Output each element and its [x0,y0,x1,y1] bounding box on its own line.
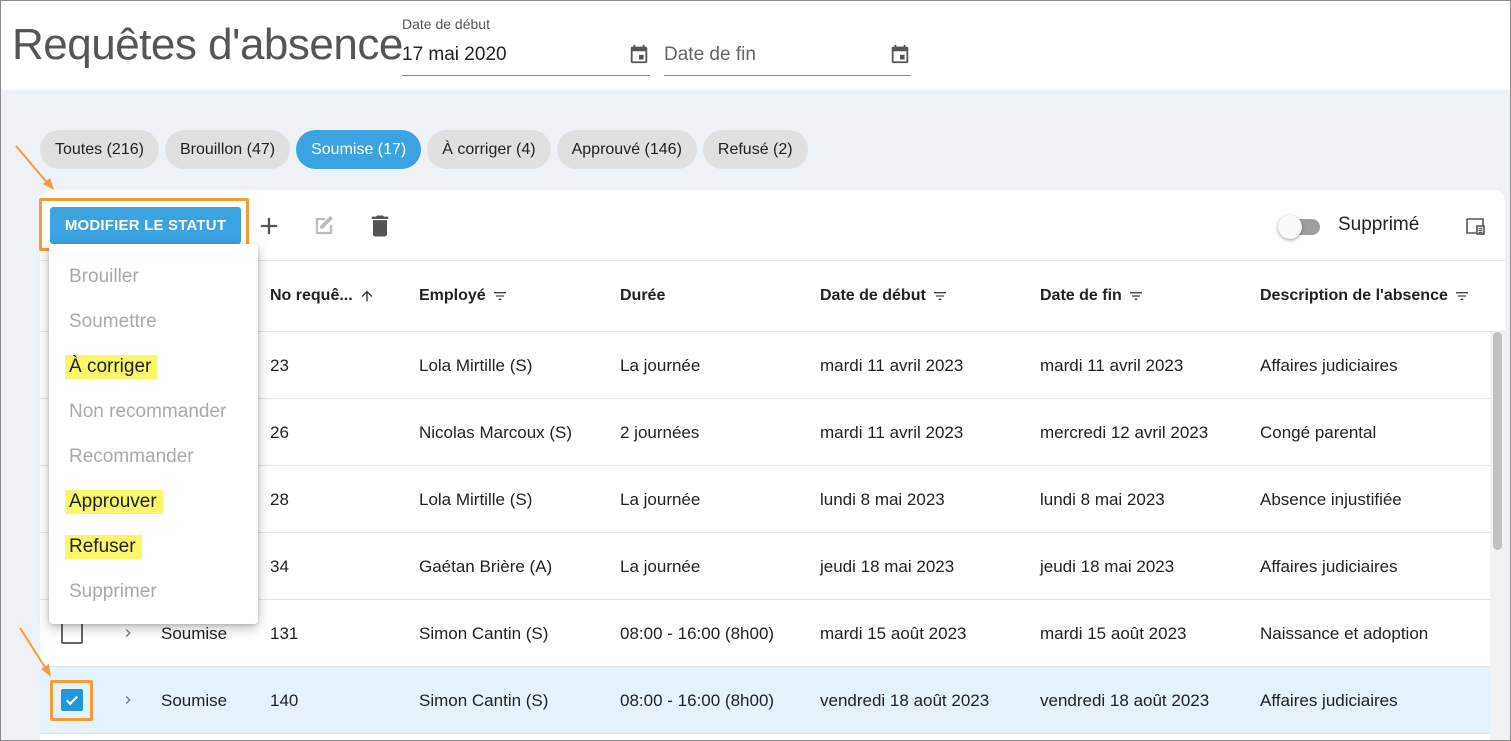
cell-employee: Gaétan Brière (A) [419,557,553,576]
chip-approved[interactable]: Approuvé (146) [556,130,697,169]
col-employee[interactable]: Employé [419,287,508,305]
table-header: No requê... Employé Durée Date de début … [40,260,1505,332]
requests-panel: MODIFIER LE STATUT Supprimé No requê... [40,190,1505,741]
menu-item-submit: Soumettre [69,311,157,332]
page-title: Requêtes d'absence [12,20,403,69]
deleted-toggle-label: Supprimé [1338,214,1420,235]
table-toolbar: MODIFIER LE STATUT Supprimé [40,190,1505,260]
menu-item-approve[interactable]: Approuver [65,490,163,514]
cell-number: 131 [270,624,299,643]
add-icon[interactable] [255,212,283,240]
filter-icon[interactable] [1128,288,1144,304]
cell-start: lundi 8 mai 2023 [820,490,945,509]
cell-description: Affaires judiciaires [1260,356,1398,375]
filter-icon[interactable] [932,288,948,304]
cell-end: mercredi 12 avril 2023 [1040,423,1209,442]
cell-start: vendredi 18 août 2023 [820,691,990,710]
cell-employee: Lola Mirtille (S) [419,356,533,375]
calendar-icon[interactable] [889,42,911,66]
cell-end: lundi 8 mai 2023 [1040,490,1165,509]
chevron-right-icon[interactable] [120,624,136,642]
chip-to-correct[interactable]: À corriger (4) [427,130,551,169]
chevron-right-icon[interactable] [120,691,136,709]
cell-employee: Simon Cantin (S) [419,691,549,710]
change-status-button[interactable]: MODIFIER LE STATUT [50,207,241,244]
cell-number: 23 [270,356,289,375]
cell-duration: La journée [620,557,701,576]
cell-duration: 08:00 - 16:00 (8h00) [620,691,775,710]
cell-description: Absence injustifiée [1260,490,1402,509]
col-description[interactable]: Description de l'absence [1260,287,1470,305]
chip-all[interactable]: Toutes (216) [40,130,159,169]
menu-item-delete: Supprimer [69,581,157,602]
vertical-scrollbar[interactable] [1490,332,1505,741]
status-menu: Brouiller Soumettre À corriger Non recom… [49,244,258,624]
cell-status: Soumise [161,691,228,710]
check-icon [65,695,79,706]
cell-employee: Nicolas Marcoux (S) [419,423,573,442]
end-date-placeholder: Date de fin [664,44,756,65]
cell-description: Naissance et adoption [1260,624,1429,643]
row-checkbox[interactable] [61,622,83,644]
menu-item-refuse[interactable]: Refuser [65,535,142,559]
cell-employee: Simon Cantin (S) [419,624,549,643]
cell-end: mardi 11 avril 2023 [1040,356,1184,375]
start-date-label: Date de début [402,16,490,32]
chip-draft[interactable]: Brouillon (47) [164,130,291,169]
cell-duration: La journée [620,490,701,509]
cell-employee: Lola Mirtille (S) [419,490,533,509]
cell-description: Affaires judiciaires [1260,691,1398,710]
cell-number: 28 [270,490,289,509]
cell-duration: La journée [620,356,701,375]
menu-item-draft: Brouiller [69,266,139,287]
cell-start: mardi 11 avril 2023 [820,356,964,375]
cell-description: Congé parental [1260,423,1377,442]
col-start-date[interactable]: Date de début [820,287,948,305]
chip-refused[interactable]: Refusé (2) [702,130,808,169]
cell-start: mardi 15 août 2023 [820,624,967,643]
scrollbar-thumb[interactable] [1493,332,1502,550]
calendar-icon[interactable] [628,42,650,66]
start-date-value: 17 mai 2020 [402,44,507,65]
cell-duration: 08:00 - 16:00 (8h00) [620,624,775,643]
cell-description: Affaires judiciaires [1260,557,1398,576]
end-date-field[interactable]: Date de fin [664,14,911,76]
cell-number: 140 [270,691,299,710]
cell-end: mardi 15 août 2023 [1040,624,1187,643]
col-number[interactable]: No requê... [270,287,375,305]
deleted-toggle[interactable] [1278,214,1324,239]
table-row-selected[interactable]: Soumise 140 Simon Cantin (S) 08:00 - 16:… [40,667,1490,734]
cell-status: Soumise [161,624,228,643]
cell-start: mardi 11 avril 2023 [820,423,964,442]
cell-end: jeudi 18 mai 2023 [1040,557,1175,576]
filter-icon[interactable] [1454,288,1470,304]
edit-icon[interactable] [310,212,338,240]
menu-item-to-correct[interactable]: À corriger [65,355,158,379]
page-header: Requêtes d'absence Date de début 17 mai … [0,0,1511,90]
trash-icon[interactable] [366,212,394,240]
col-end-date[interactable]: Date de fin [1040,287,1144,305]
chip-submitted[interactable]: Soumise (17) [296,130,422,169]
status-filter-chips: Toutes (216) Brouillon (47) Soumise (17)… [40,130,808,169]
cell-end: vendredi 18 août 2023 [1040,691,1210,710]
column-settings-icon[interactable] [1463,214,1487,238]
row-checkbox-checked[interactable] [61,689,83,711]
cell-number: 34 [270,557,289,576]
menu-item-not-recommend: Non recommander [69,401,227,422]
start-date-field[interactable]: Date de début 17 mai 2020 [402,14,650,76]
menu-item-recommend: Recommander [69,446,194,467]
cell-start: jeudi 18 mai 2023 [820,557,955,576]
cell-number: 26 [270,423,289,442]
col-duration[interactable]: Durée [620,287,665,305]
sort-ascending-icon[interactable] [359,288,375,304]
filter-icon[interactable] [492,288,508,304]
cell-duration: 2 journées [620,423,700,442]
